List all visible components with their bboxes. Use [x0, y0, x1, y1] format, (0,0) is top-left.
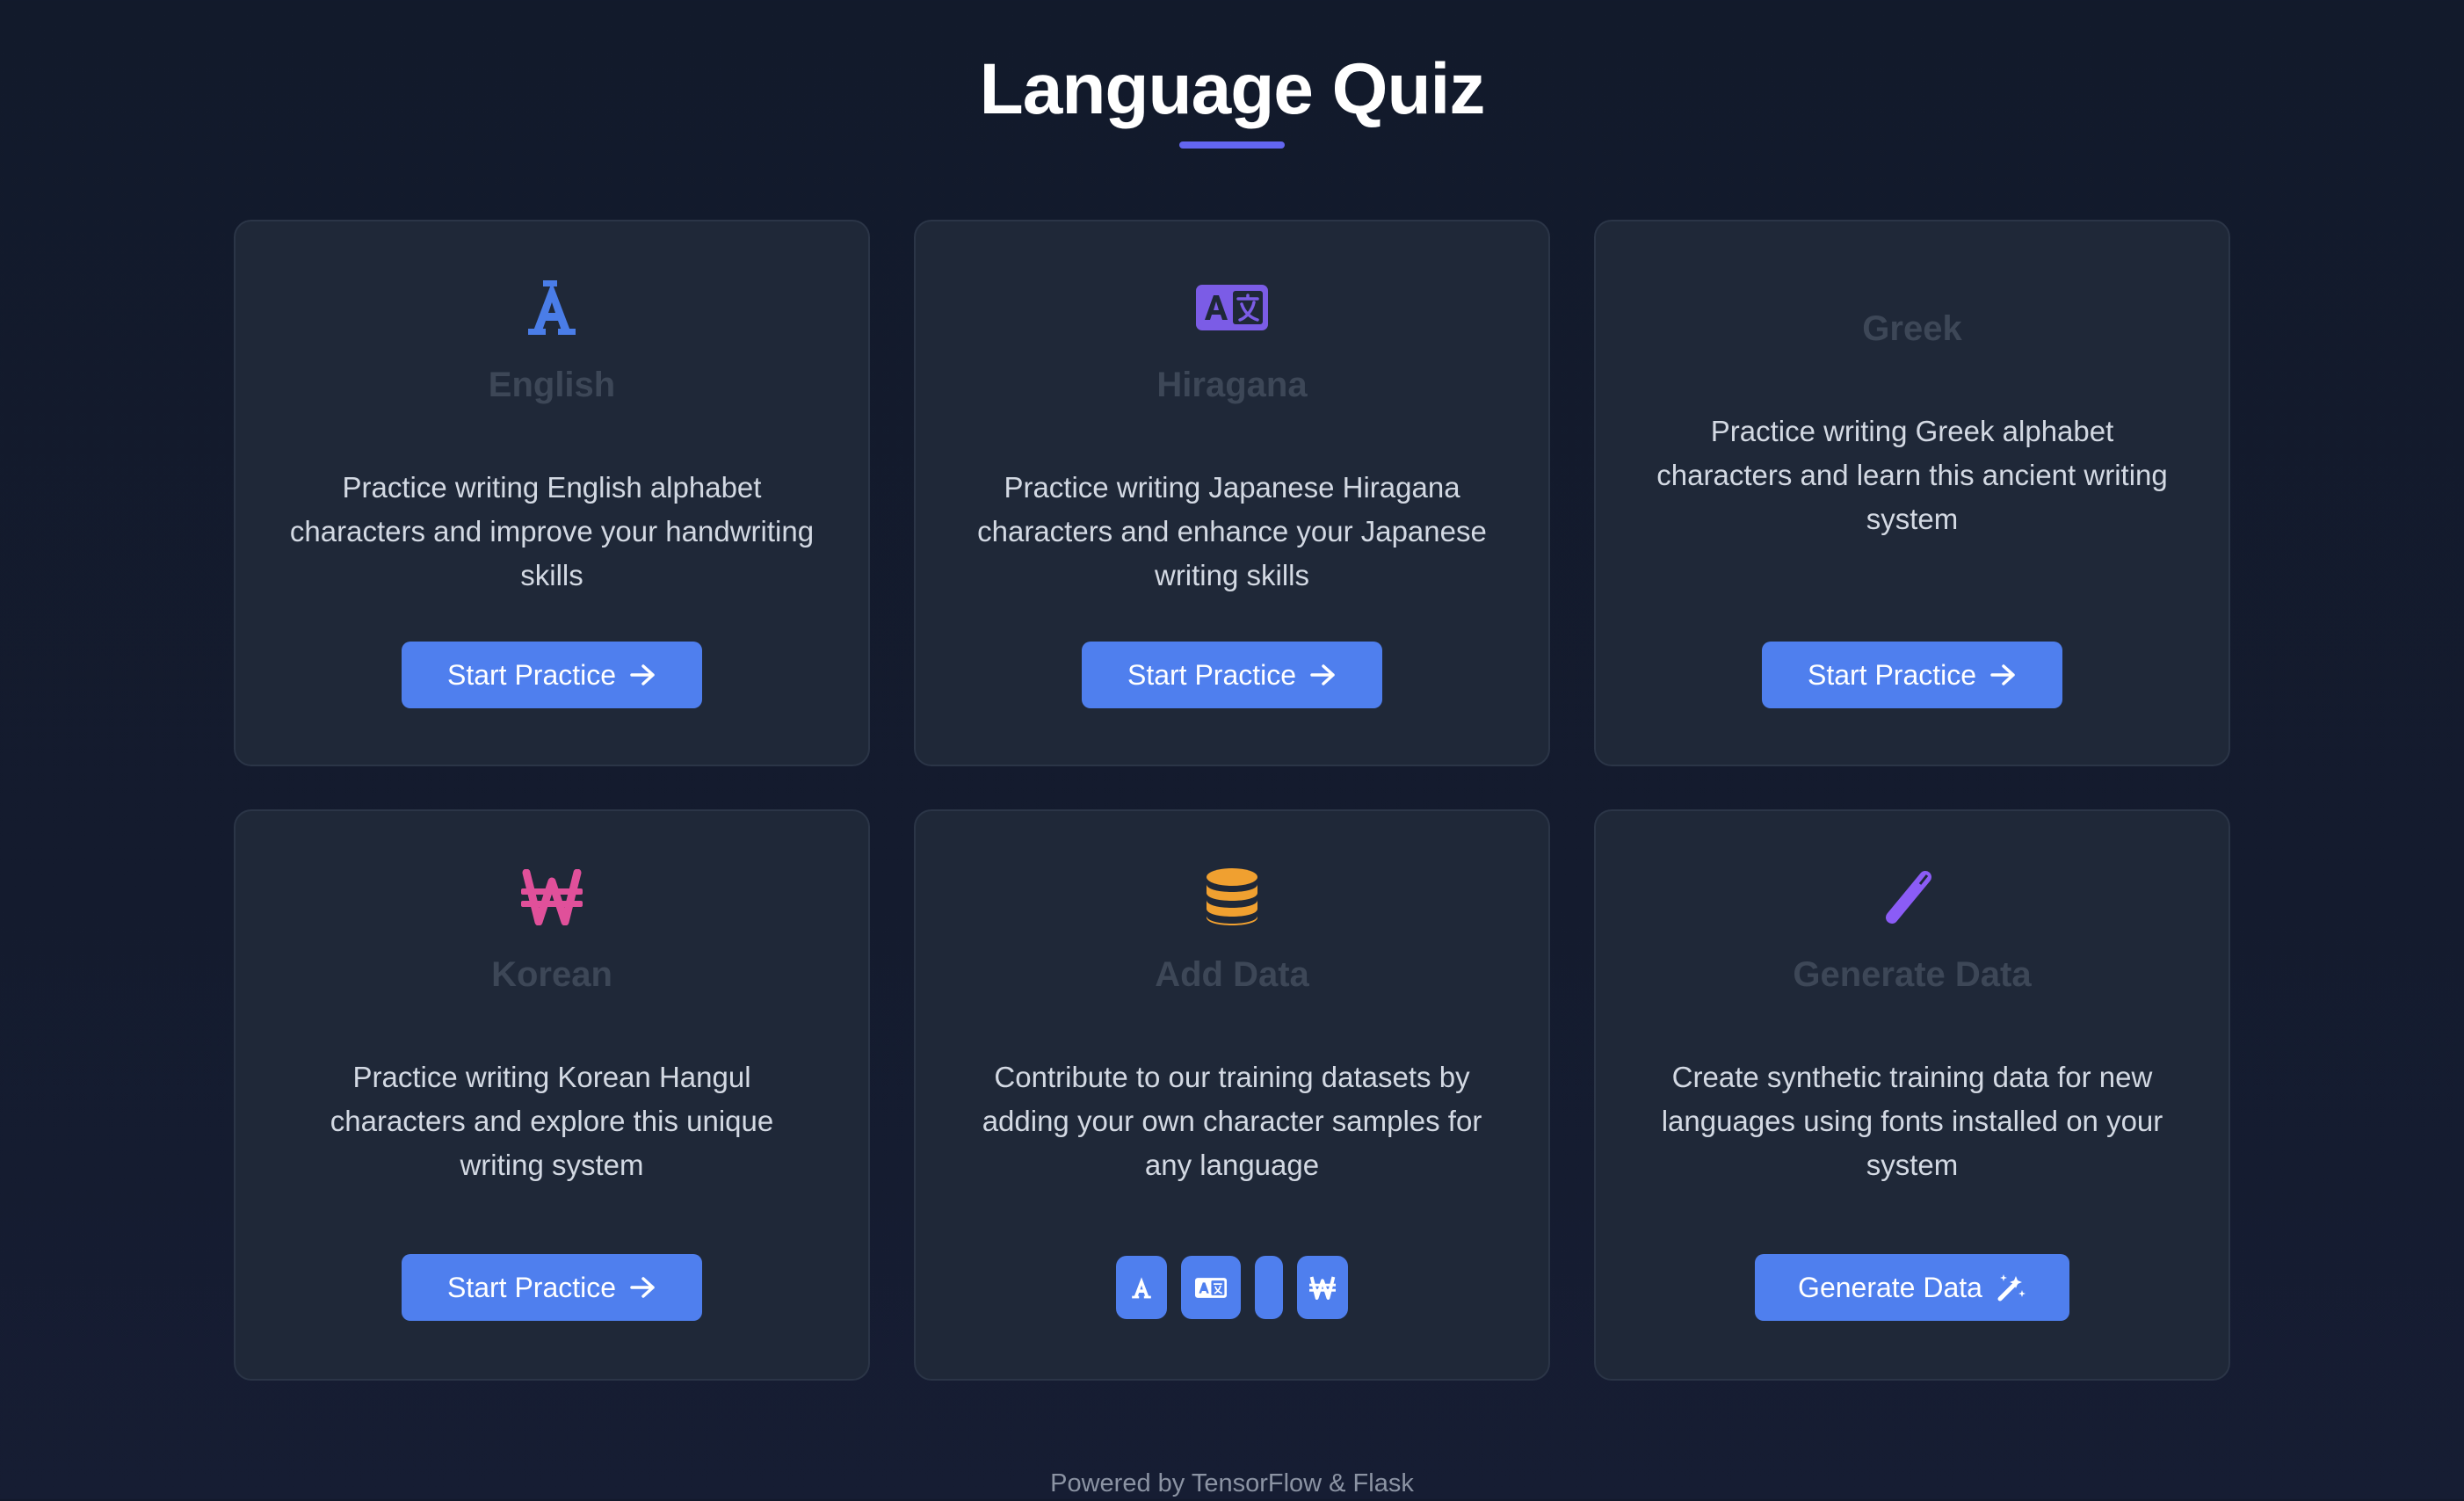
card-generate-data: Generate Data Create synthetic training … [1594, 809, 2230, 1381]
card-english: English Practice writing English alphabe… [234, 220, 870, 766]
button-label: Start Practice [1127, 658, 1297, 691]
card-hiragana: Hiragana Practice writing Japanese Hirag… [914, 220, 1550, 766]
magic-wand-sparkles-icon [1997, 1274, 2026, 1302]
card-title: English [488, 366, 616, 404]
card-title: Hiragana [1156, 366, 1308, 404]
button-label: Start Practice [446, 658, 617, 691]
arrow-right-icon [630, 1277, 655, 1298]
card-description: Practice writing Greek alphabet characte… [1656, 415, 2168, 535]
start-practice-button-greek[interactable]: Start Practice [1762, 642, 2062, 708]
arrow-right-icon [630, 664, 655, 685]
generate-data-button[interactable]: Generate Data [1755, 1254, 2069, 1321]
language-card-grid: English Practice writing English alphabe… [234, 220, 2230, 1381]
footer-text: Powered by TensorFlow & Flask [1050, 1469, 1414, 1497]
arrow-right-icon [1310, 664, 1335, 685]
arrow-right-icon [1990, 664, 2015, 685]
add-data-english-button[interactable] [1116, 1256, 1167, 1319]
add-data-greek-button[interactable] [1255, 1256, 1283, 1319]
card-title: Korean [491, 955, 612, 994]
start-practice-button-hiragana[interactable]: Start Practice [1082, 642, 1382, 708]
card-title: Generate Data [1793, 955, 2032, 994]
database-icon [916, 866, 1548, 929]
card-title: Greek [1862, 309, 1962, 348]
card-description: Practice writing Korean Hangul character… [330, 1061, 774, 1181]
translate-icon [916, 276, 1548, 339]
card-title: Add Data [1155, 955, 1309, 994]
start-practice-button-korean[interactable]: Start Practice [402, 1254, 702, 1321]
page-title: Language Quiz [979, 49, 1486, 129]
card-greek: Greek Practice writing Greek alphabet ch… [1594, 220, 2230, 766]
won-sign-icon [236, 866, 868, 929]
language-button-row [916, 1256, 1548, 1319]
button-label: Start Practice [1807, 658, 1977, 691]
letter-a-icon [236, 276, 868, 339]
magic-wand-icon [1596, 866, 2228, 929]
card-description: Practice writing Japanese Hiragana chara… [977, 471, 1487, 591]
add-data-hiragana-button[interactable] [1181, 1256, 1241, 1319]
translate-icon [1195, 1277, 1227, 1298]
card-description: Contribute to our training datasets by a… [982, 1061, 1482, 1181]
card-korean: Korean Practice writing Korean Hangul ch… [234, 809, 870, 1381]
card-description: Create synthetic training data for new l… [1661, 1061, 2163, 1181]
card-add-data: Add Data Contribute to our training data… [914, 809, 1550, 1381]
letter-a-icon [1132, 1277, 1151, 1299]
add-data-korean-button[interactable] [1297, 1256, 1348, 1319]
button-label: Start Practice [446, 1271, 617, 1303]
start-practice-button-english[interactable]: Start Practice [402, 642, 702, 708]
card-description: Practice writing English alphabet charac… [289, 471, 815, 591]
button-label: Generate Data [1798, 1271, 1982, 1303]
won-sign-icon [1309, 1276, 1336, 1300]
title-underline [1179, 141, 1285, 149]
